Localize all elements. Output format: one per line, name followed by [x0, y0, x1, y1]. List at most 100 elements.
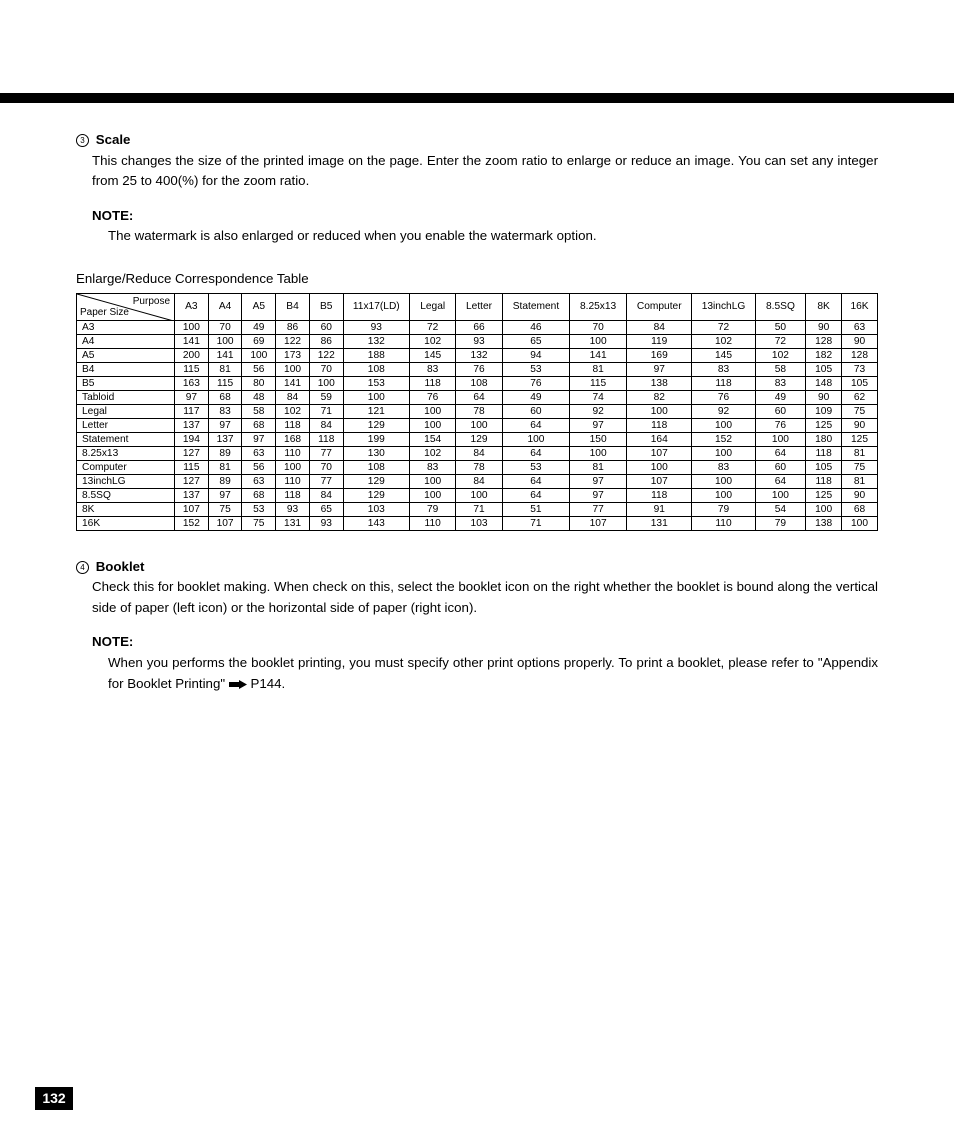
table-column-header: Statement [502, 293, 569, 320]
table-cell: 58 [242, 404, 276, 418]
scale-note-body: The watermark is also enlarged or reduce… [108, 226, 878, 247]
table-column-header: A3 [175, 293, 209, 320]
table-cell: 100 [692, 418, 755, 432]
table-cell: 173 [276, 348, 310, 362]
table-cell: 105 [806, 460, 842, 474]
table-cell: 121 [343, 404, 409, 418]
table-caption: Enlarge/Reduce Correspondence Table [76, 269, 878, 290]
table-cell: 56 [242, 460, 276, 474]
table-cell: 115 [175, 362, 209, 376]
table-cell: 60 [755, 404, 806, 418]
page-content: 3 Scale This changes the size of the pri… [76, 130, 878, 694]
table-cell: 56 [242, 362, 276, 376]
table-cell: 77 [570, 502, 627, 516]
table-cell: 127 [175, 474, 209, 488]
table-cell: 81 [570, 362, 627, 376]
table-row: Legal11783581027112110078609210092601097… [77, 404, 878, 418]
table-cell: 102 [755, 348, 806, 362]
table-cell: 97 [570, 418, 627, 432]
table-cell: 60 [755, 460, 806, 474]
table-cell: 137 [208, 432, 242, 446]
table-cell: 100 [242, 348, 276, 362]
table-cell: 105 [806, 362, 842, 376]
table-cell: 110 [276, 446, 310, 460]
table-cell: 69 [242, 334, 276, 348]
table-cell: 137 [175, 488, 209, 502]
table-header-row: Purpose Paper Size A3A4A5B4B511x17(LD)Le… [77, 293, 878, 320]
table-cell: 51 [502, 502, 569, 516]
table-cell: 118 [806, 446, 842, 460]
table-cell: 63 [842, 320, 878, 334]
table-cell: 100 [570, 446, 627, 460]
table-column-header: Legal [410, 293, 456, 320]
table-row: B516311580141100153118108761151381188314… [77, 376, 878, 390]
table-cell: 100 [410, 488, 456, 502]
table-cell: 100 [755, 488, 806, 502]
table-cell: 86 [309, 334, 343, 348]
table-cell: 83 [755, 376, 806, 390]
table-cell: 194 [175, 432, 209, 446]
table-cell: 60 [309, 320, 343, 334]
table-cell: 90 [842, 418, 878, 432]
table-row: 8K107755393651037971517791795410068 [77, 502, 878, 516]
section-scale-title: Scale [96, 132, 131, 147]
table-cell: 100 [175, 320, 209, 334]
table-cell: 132 [343, 334, 409, 348]
table-column-header: 8.25x13 [570, 293, 627, 320]
table-row: 13inchLG12789631107712910084649710710064… [77, 474, 878, 488]
table-cell: 182 [806, 348, 842, 362]
table-cell: 118 [627, 418, 692, 432]
table-cell: 118 [276, 418, 310, 432]
table-header-diagonal: Purpose Paper Size [77, 293, 175, 320]
table-row-label: Statement [77, 432, 175, 446]
table-cell: 50 [755, 320, 806, 334]
table-cell: 169 [627, 348, 692, 362]
table-cell: 107 [570, 516, 627, 530]
table-cell: 72 [692, 320, 755, 334]
table-cell: 70 [208, 320, 242, 334]
table-cell: 109 [806, 404, 842, 418]
table-cell: 141 [175, 334, 209, 348]
table-row-label: A5 [77, 348, 175, 362]
table-cell: 81 [570, 460, 627, 474]
table-column-header: A4 [208, 293, 242, 320]
table-cell: 110 [276, 474, 310, 488]
table-cell: 100 [343, 390, 409, 404]
table-column-header: B5 [309, 293, 343, 320]
table-cell: 83 [410, 460, 456, 474]
table-cell: 145 [410, 348, 456, 362]
table-row-label: B5 [77, 376, 175, 390]
table-cell: 128 [806, 334, 842, 348]
section-booklet-title: Booklet [96, 559, 145, 574]
table-cell: 78 [456, 460, 502, 474]
table-cell: 150 [570, 432, 627, 446]
table-cell: 200 [175, 348, 209, 362]
table-column-header: B4 [276, 293, 310, 320]
table-cell: 108 [343, 460, 409, 474]
table-cell: 97 [208, 418, 242, 432]
table-row-label: Computer [77, 460, 175, 474]
table-cell: 76 [502, 376, 569, 390]
document-page: 3 Scale This changes the size of the pri… [0, 0, 954, 1145]
table-cell: 100 [276, 362, 310, 376]
table-row: A520014110017312218814513294141169145102… [77, 348, 878, 362]
table-row: Statement1941379716811819915412910015016… [77, 432, 878, 446]
table-cell: 71 [309, 404, 343, 418]
table-cell: 76 [692, 390, 755, 404]
table-row-label: Tabloid [77, 390, 175, 404]
table-column-header: 11x17(LD) [343, 293, 409, 320]
table-cell: 102 [410, 446, 456, 460]
table-row-label: B4 [77, 362, 175, 376]
table-cell: 84 [627, 320, 692, 334]
table-column-header: 8.5SQ [755, 293, 806, 320]
table-cell: 148 [806, 376, 842, 390]
table-cell: 100 [456, 488, 502, 502]
table-cell: 117 [175, 404, 209, 418]
table-cell: 132 [456, 348, 502, 362]
table-cell: 91 [627, 502, 692, 516]
booklet-note-body: When you performs the booklet printing, … [108, 653, 878, 694]
table-cell: 65 [309, 502, 343, 516]
table-cell: 64 [502, 446, 569, 460]
table-cell: 75 [242, 516, 276, 530]
table-row-label: Letter [77, 418, 175, 432]
